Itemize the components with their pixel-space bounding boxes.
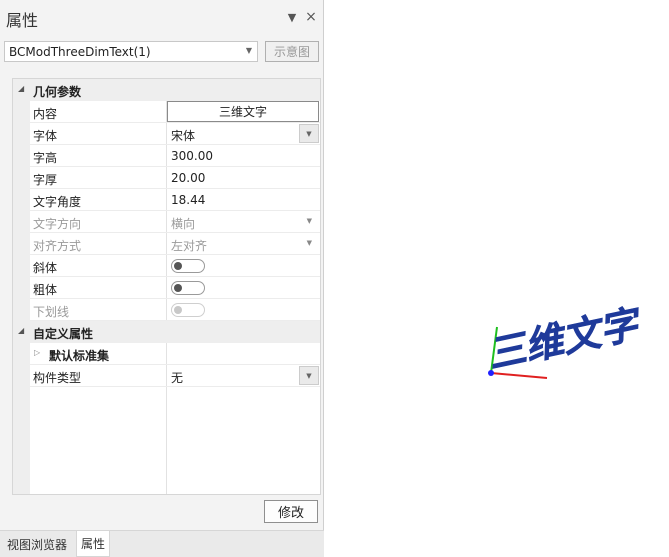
bold-toggle[interactable]	[171, 281, 205, 295]
subcategory-label: 默认标准集	[49, 349, 110, 363]
category-custom[interactable]: ◢ 自定义属性	[13, 321, 320, 343]
object-selector-row: BCModThreeDimText(1) ▼ 示意图	[4, 41, 320, 63]
property-row-align: 对齐方式 左对齐 ▼	[13, 233, 320, 255]
underline-toggle	[171, 303, 205, 317]
expand-triangle-icon[interactable]: ▷	[34, 348, 40, 357]
collapse-triangle-icon[interactable]: ◢	[18, 326, 24, 335]
property-grid: ◢ 几何参数 内容 三维文字 字体 宋体 ▼ 字高 300.00 字厚 20.0…	[12, 78, 321, 495]
object-select-value: BCModThreeDimText(1)	[9, 45, 151, 59]
category-geometry[interactable]: ◢ 几何参数	[13, 79, 320, 101]
direction-value: 横向	[171, 217, 196, 231]
dropdown-button[interactable]: ▼	[299, 124, 319, 143]
property-name: 字厚	[33, 173, 58, 187]
dropdown-button[interactable]: ▼	[299, 366, 319, 385]
chevron-down-icon: ▼	[245, 46, 252, 55]
panel-title: 属性	[6, 11, 39, 30]
close-icon[interactable]: ×	[304, 9, 318, 25]
property-row-thickness[interactable]: 字厚 20.00	[13, 167, 320, 189]
chevron-down-icon: ▼	[306, 371, 312, 380]
pin-dropdown-icon[interactable]: ▼	[285, 9, 299, 25]
property-row-bold[interactable]: 粗体	[13, 277, 320, 299]
object-select[interactable]: BCModThreeDimText(1) ▼	[4, 41, 258, 62]
property-name: 构件类型	[33, 371, 82, 385]
align-value: 左对齐	[171, 239, 208, 253]
property-name: 字体	[33, 129, 58, 143]
chevron-down-icon: ▼	[306, 217, 312, 225]
property-row-font[interactable]: 字体 宋体 ▼	[13, 123, 320, 145]
property-row-component-type[interactable]: 构件类型 无 ▼	[13, 365, 320, 387]
panel-titlebar: 属性 ▼ ×	[0, 0, 324, 34]
property-name: 对齐方式	[33, 239, 82, 253]
property-name: 文字方向	[33, 217, 82, 231]
diagram-button[interactable]: 示意图	[265, 41, 319, 62]
property-name: 斜体	[33, 261, 58, 275]
font-value: 宋体	[171, 129, 196, 143]
italic-toggle[interactable]	[171, 259, 205, 273]
property-row-direction: 文字方向 横向 ▼	[13, 211, 320, 233]
modify-button[interactable]: 修改	[264, 500, 318, 523]
chevron-down-icon: ▼	[306, 239, 312, 247]
content-value: 三维文字	[218, 105, 267, 119]
property-name: 下划线	[33, 305, 70, 319]
property-row-underline: 下划线	[13, 299, 320, 321]
tab-view-browser[interactable]: 视图浏览器	[0, 531, 74, 557]
property-row-content[interactable]: 内容 三维文字	[13, 101, 320, 123]
3d-viewport[interactable]: 三维文字	[325, 0, 669, 557]
subcategory-default-standard-set[interactable]: ▷ 默认标准集	[13, 343, 320, 365]
property-row-height[interactable]: 字高 300.00	[13, 145, 320, 167]
property-row-angle[interactable]: 文字角度 18.44	[13, 189, 320, 211]
component-type-value: 无	[171, 371, 184, 385]
property-name: 字高	[33, 151, 58, 165]
viewport-canvas: 三维文字	[483, 300, 647, 379]
property-row-italic[interactable]: 斜体	[13, 255, 320, 277]
panel-tabs: 视图浏览器 属性	[0, 530, 324, 557]
properties-panel: 属性 ▼ × BCModThreeDimText(1) ▼ 示意图 ◢ 几何参数…	[0, 0, 324, 557]
category-label: 几何参数	[33, 85, 82, 99]
property-name: 内容	[33, 107, 58, 121]
tab-properties[interactable]: 属性	[76, 531, 110, 557]
chevron-down-icon: ▼	[306, 129, 312, 138]
height-value[interactable]: 300.00	[171, 149, 213, 163]
angle-value[interactable]: 18.44	[171, 193, 205, 207]
property-name: 文字角度	[33, 195, 82, 209]
thickness-value[interactable]: 20.00	[171, 171, 205, 185]
category-label: 自定义属性	[33, 327, 94, 341]
property-name: 粗体	[33, 283, 58, 297]
3d-text[interactable]: 三维文字	[483, 300, 647, 377]
content-input[interactable]: 三维文字	[167, 101, 319, 122]
collapse-triangle-icon[interactable]: ◢	[18, 84, 24, 93]
